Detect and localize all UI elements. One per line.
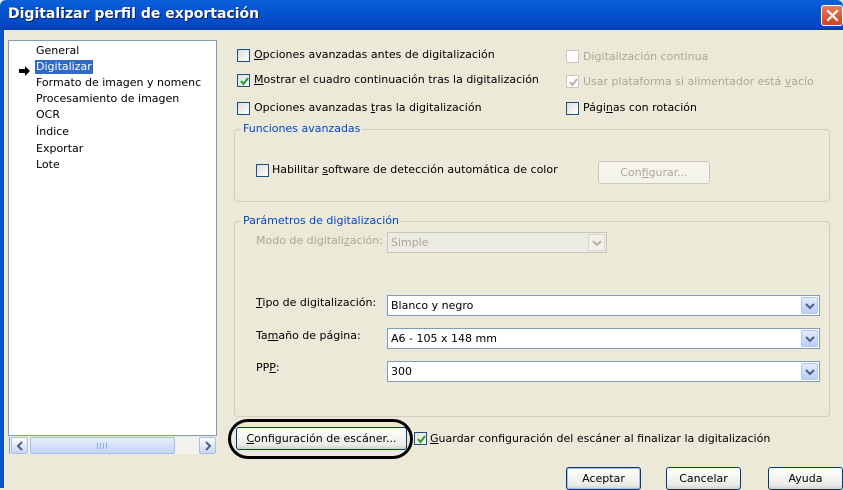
accept-button[interactable]: Aceptar bbox=[566, 467, 641, 490]
close-button[interactable] bbox=[821, 5, 843, 26]
window-title: Digitalizar perfil de exportación bbox=[8, 6, 260, 22]
continuation-checkbox[interactable] bbox=[237, 74, 250, 87]
page-size-dropdown[interactable] bbox=[801, 330, 818, 347]
scan-type-select[interactable]: Blanco y negro bbox=[387, 295, 820, 316]
scan-mode-value: Simple bbox=[391, 236, 429, 249]
color-detect-checkbox[interactable] bbox=[256, 164, 269, 177]
scan-type-label: Tipo de digitalización: bbox=[256, 296, 377, 309]
advanced-functions-title: Funciones avanzadas bbox=[241, 122, 363, 136]
checkmark-icon bbox=[569, 78, 578, 87]
platform-checkbox[interactable] bbox=[566, 75, 579, 88]
tree-horizontal-scrollbar[interactable] bbox=[9, 437, 216, 454]
close-icon bbox=[826, 9, 839, 22]
window-border bbox=[0, 30, 4, 488]
settings-tree: General Digitalizar Formato de imagen y … bbox=[8, 40, 217, 436]
chevron-down-icon bbox=[805, 336, 815, 343]
chevron-down-icon bbox=[592, 240, 602, 247]
chevron-down-icon bbox=[805, 303, 815, 310]
tree-item-exportar[interactable]: Exportar bbox=[35, 142, 84, 156]
scan-type-value: Blanco y negro bbox=[391, 299, 474, 312]
scroll-thumb[interactable] bbox=[30, 437, 175, 454]
dpi-label: PPP: bbox=[256, 361, 280, 374]
rotation-checkbox[interactable] bbox=[566, 102, 579, 115]
tree-item-procesamiento[interactable]: Procesamiento de imagen bbox=[35, 92, 180, 106]
scan-type-dropdown[interactable] bbox=[801, 297, 818, 314]
advanced-after-checkbox[interactable] bbox=[237, 102, 250, 115]
continuous-scan-label: Digitalización continua bbox=[583, 50, 709, 63]
platform-label: Usar plataforma si alimentador está vací… bbox=[583, 75, 814, 88]
color-detect-label: Habilitar software de detección automáti… bbox=[272, 163, 558, 176]
save-config-label: Guardar configuración del escáner al fin… bbox=[430, 432, 771, 445]
help-button[interactable]: Ayuda bbox=[768, 467, 843, 490]
dpi-select[interactable]: 300 bbox=[387, 361, 820, 382]
continuation-label: Mostrar el cuadro continuación tras la d… bbox=[254, 73, 539, 86]
checkmark-icon bbox=[417, 435, 426, 444]
scroll-right-button[interactable] bbox=[199, 437, 216, 454]
cancel-button[interactable]: Cancelar bbox=[666, 467, 741, 490]
scan-params-title: Parámetros de digitalización bbox=[241, 214, 401, 228]
chevron-left-icon bbox=[16, 441, 23, 451]
advanced-before-label: Opciones avanzadas antes de digitalizaci… bbox=[254, 48, 495, 61]
checkmark-icon bbox=[240, 77, 249, 86]
dpi-value: 300 bbox=[391, 365, 412, 378]
tree-item-digitalizar[interactable]: Digitalizar bbox=[35, 60, 93, 74]
page-size-label: Tamaño de página: bbox=[256, 329, 361, 342]
continuous-scan-checkbox[interactable] bbox=[566, 50, 579, 63]
tree-item-indice[interactable]: Índice bbox=[35, 125, 70, 139]
rotation-label: Páginas con rotación bbox=[583, 101, 697, 114]
chevron-down-icon bbox=[805, 369, 815, 376]
tree-item-formato[interactable]: Formato de imagen y nomenc bbox=[35, 76, 202, 90]
chevron-right-icon bbox=[205, 441, 212, 451]
page-size-value: A6 - 105 x 148 mm bbox=[391, 332, 497, 345]
title-bar: Digitalizar perfil de exportación bbox=[0, 0, 843, 30]
advanced-before-checkbox[interactable] bbox=[237, 49, 250, 62]
scanner-config-button[interactable]: Configuración de escáner... bbox=[236, 427, 407, 450]
tree-item-ocr[interactable]: OCR bbox=[35, 108, 61, 122]
scan-mode-label: Modo de digitalización: bbox=[256, 234, 383, 247]
page-size-select[interactable]: A6 - 105 x 148 mm bbox=[387, 328, 820, 349]
scan-mode-dropdown[interactable] bbox=[588, 234, 605, 251]
scroll-left-button[interactable] bbox=[11, 437, 28, 454]
tree-item-general[interactable]: General bbox=[35, 44, 80, 58]
scan-mode-select[interactable]: Simple bbox=[387, 232, 607, 253]
configure-button[interactable]: Configurar... bbox=[598, 161, 710, 184]
arrow-right-icon bbox=[19, 66, 30, 76]
advanced-after-label: Opciones avanzadas tras la digitalizació… bbox=[254, 101, 482, 114]
save-config-checkbox[interactable] bbox=[414, 432, 427, 445]
tree-item-lote[interactable]: Lote bbox=[35, 158, 61, 172]
dpi-dropdown[interactable] bbox=[801, 363, 818, 380]
